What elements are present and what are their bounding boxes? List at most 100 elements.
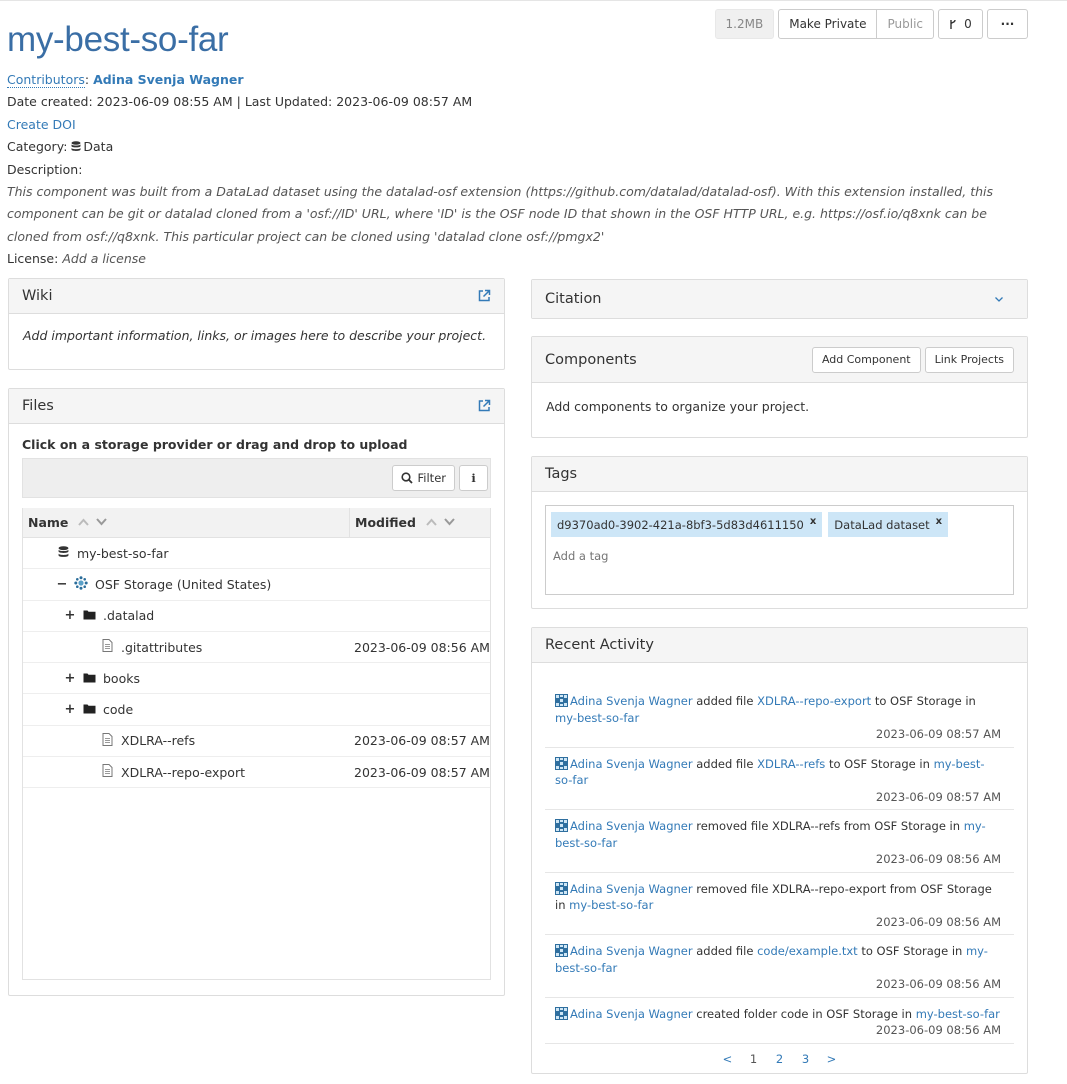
file-name[interactable]: my-best-so-far: [77, 546, 169, 561]
contributors-label[interactable]: Contributors: [7, 72, 85, 88]
tag-chip: d9370ad0-3902-421a-8bf3-5d83d4611150 x: [551, 512, 823, 537]
file-modified: 2023-06-09 08:57 AM: [354, 764, 490, 780]
sort-asc-icon[interactable]: [78, 518, 90, 526]
info-button[interactable]: i: [459, 465, 488, 491]
activity-user-link[interactable]: Adina Svenja Wagner: [570, 757, 693, 771]
file-name[interactable]: .datalad: [103, 608, 154, 623]
components-title: Components: [545, 351, 637, 368]
info-icon: i: [471, 471, 476, 485]
contributor-link[interactable]: Adina Svenja Wagner: [93, 72, 243, 87]
sort-desc-icon[interactable]: [96, 518, 107, 526]
header-actions: 1.2MB Make Private Public 0 ···: [714, 9, 1028, 39]
activity-user-link[interactable]: Adina Svenja Wagner: [570, 819, 693, 833]
activity-text: Adina Svenja Wagner created folder code …: [555, 1006, 1001, 1023]
file-icon: [99, 639, 115, 655]
file-name[interactable]: XDLRA--repo-export: [121, 765, 245, 780]
activity-project-link[interactable]: my-best-so-far: [555, 711, 639, 725]
external-link-icon[interactable]: [477, 399, 491, 413]
file-name-cell: .gitattributes: [23, 639, 350, 655]
expand-icon[interactable]: +: [63, 608, 77, 623]
file-row[interactable]: + .datalad: [23, 601, 490, 632]
file-name[interactable]: .gitattributes: [121, 640, 202, 655]
create-doi-link[interactable]: Create DOI: [7, 117, 76, 132]
activity-pager: <1 2 3 >: [532, 1052, 1027, 1066]
activity-target-link[interactable]: XDLRA--refs: [757, 757, 825, 771]
activity-target-link[interactable]: code/example.txt: [757, 944, 858, 958]
citation-panel: Citation: [531, 279, 1028, 319]
remove-tag-icon[interactable]: x: [936, 516, 942, 527]
activity-timestamp: 2023-06-09 08:56 AM: [875, 977, 1001, 991]
wiki-panel: Wiki Add important information, links, o…: [8, 278, 505, 370]
fork-icon: [950, 19, 956, 29]
activity-title: Recent Activity: [545, 637, 654, 653]
file-grid-header: Name Modified: [23, 508, 490, 538]
sort-asc-icon[interactable]: [426, 518, 437, 526]
file-row[interactable]: XDLRA--refs 2023-06-09 08:57 AM: [23, 726, 490, 758]
expand-icon[interactable]: +: [63, 702, 77, 717]
file-row[interactable]: XDLRA--repo-export 2023-06-09 08:57 AM: [23, 757, 490, 789]
fork-button[interactable]: 0: [938, 9, 983, 39]
wiki-title: Wiki: [22, 288, 53, 304]
add-tag-input[interactable]: [551, 543, 611, 568]
pager-page[interactable]: 1: [741, 1052, 767, 1066]
sort-icons[interactable]: [78, 516, 107, 529]
file-row[interactable]: + books: [23, 663, 490, 695]
activity-text: Adina Svenja Wagner added file XDLRA--re…: [555, 756, 1001, 789]
link-projects-button[interactable]: Link Projects: [924, 346, 1014, 373]
files-heading: Files: [9, 389, 504, 424]
pager-prev[interactable]: <: [715, 1052, 741, 1066]
external-link-icon[interactable]: [477, 289, 491, 303]
make-private-button[interactable]: Make Private: [778, 9, 878, 39]
activity-user-link[interactable]: Adina Svenja Wagner: [570, 944, 693, 958]
last-updated-label: Last Updated:: [244, 94, 333, 110]
description-label: Description:: [7, 161, 83, 177]
activity-timestamp: 2023-06-09 08:56 AM: [875, 914, 1001, 929]
sort-desc-icon[interactable]: [444, 518, 455, 526]
filter-button[interactable]: Filter: [391, 465, 455, 491]
activity-project-link[interactable]: my-best-so-far: [916, 1007, 1000, 1021]
folder-icon: [81, 702, 97, 717]
file-row[interactable]: − OSF Storage (United States): [23, 569, 490, 601]
pager-page[interactable]: 2: [767, 1052, 793, 1066]
chevron-down-icon[interactable]: [994, 296, 1004, 303]
collapse-icon[interactable]: −: [55, 577, 69, 592]
pager-page[interactable]: 3: [793, 1052, 819, 1066]
activity-user-link[interactable]: Adina Svenja Wagner: [570, 694, 693, 708]
top-border: [0, 0, 1067, 1]
add-license-link[interactable]: Add a license: [62, 251, 146, 266]
page-title: my-best-so-far: [7, 20, 229, 59]
file-row[interactable]: .gitattributes 2023-06-09 08:56 AM: [23, 632, 490, 664]
file-name-cell: + books: [23, 671, 350, 686]
activity-user-link[interactable]: Adina Svenja Wagner: [570, 1007, 693, 1021]
wiki-body: Add important information, links, or ima…: [23, 328, 487, 343]
file-row[interactable]: my-best-so-far: [23, 538, 490, 570]
avatar-icon: [555, 1006, 568, 1020]
remove-tag-icon[interactable]: x: [810, 516, 816, 527]
add-component-button[interactable]: Add Component: [811, 346, 921, 373]
file-name[interactable]: books: [103, 671, 140, 686]
activity-action: added file: [696, 694, 754, 708]
expand-icon[interactable]: +: [63, 671, 77, 686]
activity-action: removed file XDLRA--refs from OSF Storag…: [696, 819, 961, 833]
sort-icons[interactable]: [426, 516, 455, 529]
contributors-row: Contributors: Adina Svenja Wagner: [7, 72, 244, 88]
components-body: Add components to organize your project.: [546, 399, 810, 414]
file-name[interactable]: XDLRA--refs: [121, 733, 195, 748]
file-name[interactable]: code: [103, 702, 133, 717]
tags-input-box[interactable]: d9370ad0-3902-421a-8bf3-5d83d4611150 x D…: [545, 505, 1014, 595]
public-button[interactable]: Public: [877, 9, 934, 39]
avatar-icon: [555, 819, 568, 832]
file-name[interactable]: OSF Storage (United States): [95, 577, 271, 592]
activity-user-link[interactable]: Adina Svenja Wagner: [570, 882, 693, 896]
name-column-header[interactable]: Name: [23, 508, 350, 537]
more-options-button[interactable]: ···: [987, 9, 1028, 39]
license-label: License:: [7, 251, 59, 267]
files-panel: Files Click on a storage provider or dra…: [8, 388, 505, 996]
file-row[interactable]: + code: [23, 694, 490, 726]
activity-project-link[interactable]: my-best-so-far: [569, 898, 653, 912]
activity-target-link[interactable]: XDLRA--repo-export: [757, 694, 871, 708]
citation-heading[interactable]: Citation: [532, 280, 1027, 318]
database-icon: [71, 141, 81, 152]
pager-next[interactable]: >: [819, 1052, 845, 1066]
modified-column-header[interactable]: Modified: [350, 508, 490, 537]
